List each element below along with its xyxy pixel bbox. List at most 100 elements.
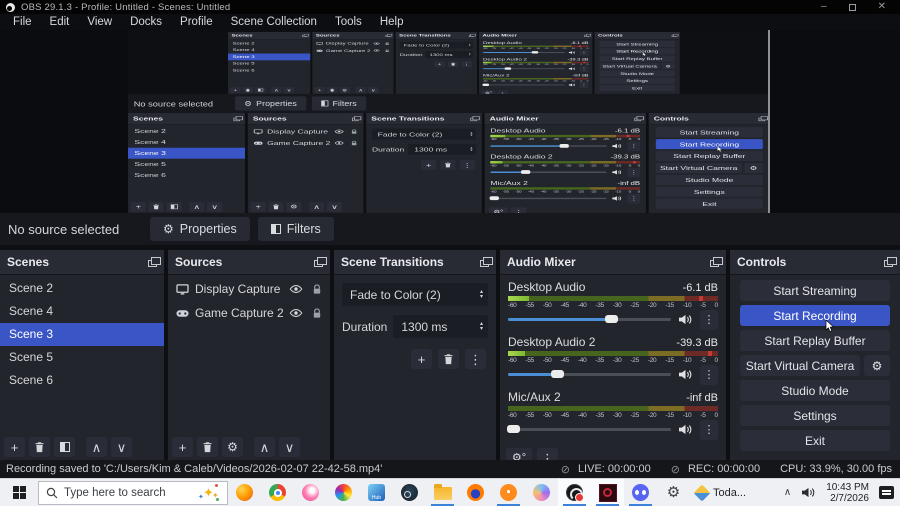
speaker-icon[interactable] xyxy=(612,195,623,201)
transition-select[interactable]: Fade to Color (2) ▴ ▾ xyxy=(371,128,477,140)
transition-select[interactable]: Fade to Color (2) ▴ ▾ xyxy=(399,41,473,49)
slider-handle[interactable] xyxy=(550,370,564,378)
taskbar-icon-snipping-tool[interactable] xyxy=(294,479,327,506)
scene-item[interactable]: Scene 3 xyxy=(228,53,311,61)
spinner-arrows-icon[interactable]: ▴ ▾ xyxy=(470,147,476,152)
popout-icon[interactable] xyxy=(710,257,723,267)
scene-item[interactable]: Scene 6 xyxy=(0,369,164,392)
popout-icon[interactable] xyxy=(671,34,679,38)
channel-menu-button[interactable]: ⋮ xyxy=(700,419,718,440)
volume-slider[interactable] xyxy=(483,66,565,72)
remove-source-button[interactable] xyxy=(268,202,284,212)
start-recording-button[interactable]: Start Recording xyxy=(655,139,763,153)
notifications-button[interactable] xyxy=(879,486,894,499)
popout-icon[interactable] xyxy=(233,116,243,122)
widgets-weather-button[interactable]: Toda... xyxy=(690,479,752,506)
taskbar-clock[interactable]: 10:43 PM 2/7/2026 xyxy=(826,482,869,504)
volume-slider[interactable] xyxy=(490,142,607,151)
duration-input[interactable]: 1300 ms ▴ ▾ xyxy=(425,51,473,58)
add-scene-button[interactable]: + xyxy=(230,87,241,94)
slider-handle[interactable] xyxy=(604,315,618,323)
settings-button[interactable]: Settings xyxy=(599,77,675,84)
exit-button[interactable]: Exit xyxy=(740,430,890,451)
channel-menu-button[interactable]: ⋮ xyxy=(627,193,641,204)
taskbar-icon-file-explorer[interactable] xyxy=(426,479,459,506)
move-source-up-button[interactable]: ∧ xyxy=(309,202,325,212)
mixer-menu-button[interactable]: ⋮ xyxy=(537,448,558,460)
channel-menu-button[interactable]: ⋮ xyxy=(579,49,589,56)
taskbar-icon-discord[interactable] xyxy=(624,479,657,506)
taskbar-icon-copilot[interactable] xyxy=(525,479,558,506)
popout-icon[interactable] xyxy=(634,116,644,122)
move-scene-down-button[interactable]: ∨ xyxy=(207,202,223,212)
taskbar-icon-settings[interactable]: ⚙ xyxy=(657,479,690,506)
taskbar-search-input[interactable]: Type here to search ✦ ✦ ✦ xyxy=(38,480,228,505)
properties-button[interactable]: ⚙ Properties xyxy=(150,217,250,241)
speaker-icon[interactable] xyxy=(612,143,623,149)
source-properties-button[interactable]: ⚙ xyxy=(222,437,243,457)
slider-handle[interactable] xyxy=(531,51,539,54)
move-scene-down-button[interactable]: ∨ xyxy=(283,87,295,94)
scene-item[interactable]: Scene 6 xyxy=(128,170,245,181)
volume-slider[interactable] xyxy=(483,50,565,56)
lock-icon[interactable] xyxy=(312,307,322,319)
filters-button[interactable]: Filters xyxy=(257,217,334,241)
visibility-eye-icon[interactable] xyxy=(334,141,344,146)
popout-icon[interactable] xyxy=(302,34,309,38)
add-source-button[interactable]: + xyxy=(250,202,266,212)
channel-menu-button[interactable]: ⋮ xyxy=(627,167,641,178)
move-source-up-button[interactable]: ∧ xyxy=(254,437,275,457)
popout-icon[interactable] xyxy=(314,257,327,267)
start-recording-button[interactable]: Start Recording xyxy=(740,305,890,333)
volume-tray-icon[interactable] xyxy=(801,486,816,499)
popout-icon[interactable] xyxy=(584,34,591,38)
duration-input[interactable]: 1300 ms ▴ ▾ xyxy=(408,143,477,155)
exit-button[interactable]: Exit xyxy=(599,85,675,92)
close-button[interactable]: ✕ xyxy=(878,2,886,12)
slider-handle[interactable] xyxy=(559,143,569,148)
taskbar-icon-cortana[interactable] xyxy=(327,479,360,506)
volume-slider[interactable] xyxy=(506,420,671,439)
scene-item[interactable]: Scene 5 xyxy=(128,159,245,170)
scene-item[interactable]: Scene 4 xyxy=(0,300,164,323)
mixer-menu-button[interactable]: ⋮ xyxy=(511,207,527,213)
remove-scene-button[interactable] xyxy=(148,202,164,212)
speaker-icon[interactable] xyxy=(568,51,576,55)
restore-button[interactable] xyxy=(848,3,856,11)
advanced-audio-button[interactable]: ⚙° xyxy=(488,207,508,213)
lock-icon[interactable] xyxy=(385,41,390,45)
move-source-down-button[interactable]: ∨ xyxy=(368,87,379,94)
hidden-icons-chevron[interactable]: ∧ xyxy=(784,487,791,498)
scene-item[interactable]: Scene 2 xyxy=(228,40,310,47)
start-streaming-button[interactable]: Start Streaming xyxy=(655,127,763,138)
menu-edit[interactable]: Edit xyxy=(41,16,79,28)
menu-file[interactable]: File xyxy=(4,16,41,28)
start-virtual-camera-button[interactable]: Start Virtual Camera xyxy=(740,355,860,376)
scene-item[interactable]: Scene 2 xyxy=(0,277,164,300)
lock-icon[interactable] xyxy=(351,140,358,145)
source-item[interactable]: Display Capture 2 xyxy=(312,40,393,47)
scene-item[interactable]: Scene 4 xyxy=(128,137,245,148)
studio-mode-button[interactable]: Studio Mode xyxy=(740,380,890,401)
transition-select[interactable]: Fade to Color (2) ▴ ▾ xyxy=(342,283,488,306)
popout-icon[interactable] xyxy=(385,34,393,38)
transition-menu-button[interactable]: ⋮ xyxy=(461,61,472,68)
add-scene-button[interactable]: + xyxy=(4,437,25,457)
volume-slider[interactable] xyxy=(489,194,607,203)
source-properties-button[interactable]: ⚙ xyxy=(339,87,350,94)
transition-menu-button[interactable]: ⋮ xyxy=(465,349,486,369)
slider-handle[interactable] xyxy=(482,83,489,86)
volume-slider[interactable] xyxy=(508,365,671,384)
move-scene-up-button[interactable]: ∧ xyxy=(86,437,107,457)
move-scene-up-button[interactable]: ∧ xyxy=(189,202,205,212)
exit-button[interactable]: Exit xyxy=(655,198,763,209)
menu-help[interactable]: Help xyxy=(371,16,413,28)
move-scene-up-button[interactable]: ∧ xyxy=(271,87,282,94)
popout-icon[interactable] xyxy=(884,257,897,267)
remove-source-button[interactable] xyxy=(326,87,338,94)
channel-menu-button[interactable]: ⋮ xyxy=(579,65,589,72)
visibility-eye-icon[interactable] xyxy=(334,129,344,134)
source-item[interactable]: Game Capture 2 xyxy=(248,137,364,148)
source-item[interactable]: Display Capture 2 xyxy=(248,126,364,137)
virtual-camera-settings-button[interactable]: ⚙ xyxy=(744,162,763,173)
